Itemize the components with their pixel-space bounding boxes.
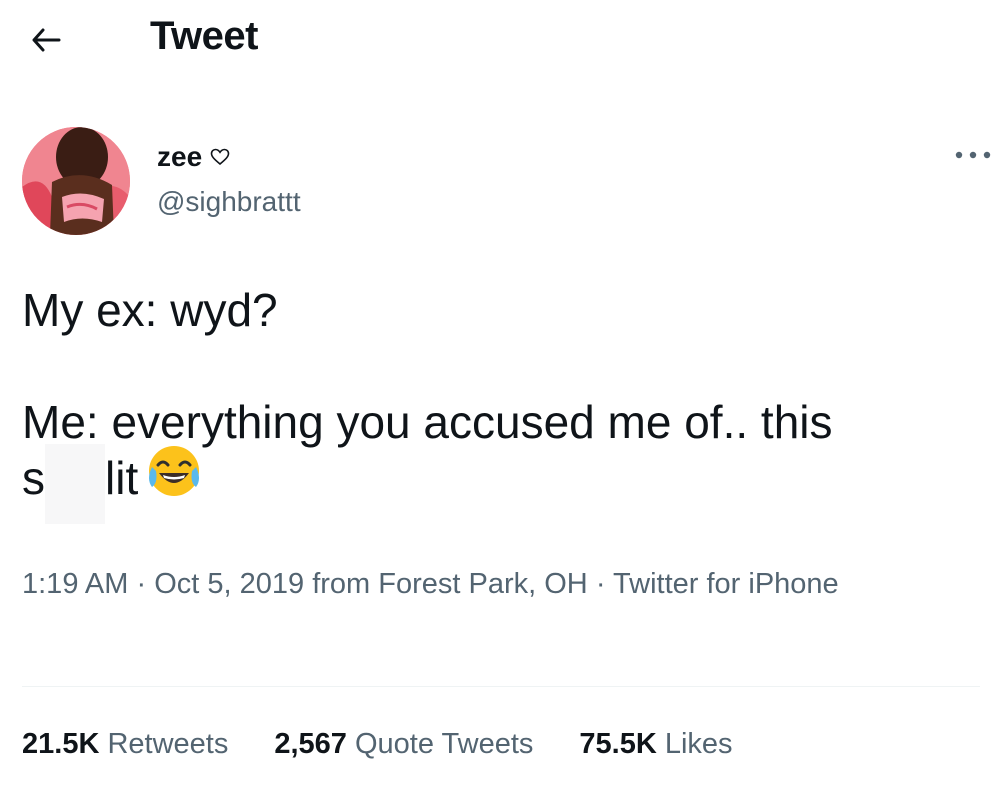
tweet-source[interactable]: Twitter for iPhone xyxy=(613,568,839,600)
redaction-block xyxy=(45,444,105,524)
avatar[interactable] xyxy=(22,127,130,235)
tweet-time[interactable]: 1:19 AM xyxy=(22,568,128,600)
more-options-button[interactable] xyxy=(948,140,998,170)
tweet-word-start: s xyxy=(22,452,45,504)
likes-stat[interactable]: 75.5K Likes xyxy=(579,728,732,761)
tweet-word-end: lit xyxy=(105,452,139,504)
tweet-text-line: My ex: wyd? xyxy=(22,284,278,336)
more-horizontal-icon xyxy=(955,151,991,159)
meta-separator: · xyxy=(595,568,606,600)
meta-separator: · xyxy=(136,568,147,600)
tweet-location[interactable]: from Forest Park, OH xyxy=(312,568,588,600)
quote-tweets-label: Quote Tweets xyxy=(354,728,534,760)
likes-count: 75.5K xyxy=(579,728,657,760)
likes-label: Likes xyxy=(664,728,733,760)
avatar-image xyxy=(22,127,130,235)
quote-tweets-count: 2,567 xyxy=(274,728,347,760)
author-display-name[interactable]: zee xyxy=(157,141,202,173)
retweets-label: Retweets xyxy=(107,728,229,760)
tweet-text: My ex: wyd? Me: everything you accused m… xyxy=(22,282,982,524)
tweet-date[interactable]: Oct 5, 2019 xyxy=(154,568,304,600)
top-bar: Tweet xyxy=(0,0,1000,80)
tweet-text-line: s lit xyxy=(22,444,982,524)
author-display-name-row[interactable]: zee xyxy=(157,141,230,173)
page-title: Tweet xyxy=(150,14,258,58)
retweets-stat[interactable]: 21.5K Retweets xyxy=(22,728,228,761)
divider xyxy=(22,686,980,687)
face-with-tears-of-joy-icon xyxy=(146,443,202,511)
arrow-left-icon xyxy=(32,28,61,52)
back-button[interactable] xyxy=(22,18,70,62)
tweet-stats: 21.5K Retweets 2,567 Quote Tweets 75.5K … xyxy=(22,728,779,761)
quote-tweets-stat[interactable]: 2,567 Quote Tweets xyxy=(274,728,533,761)
tweet-text-line: Me: everything you accused me of.. this xyxy=(22,396,833,448)
tweet-metadata: 1:19 AM · Oct 5, 2019 from Forest Park, … xyxy=(22,560,952,608)
heart-outline-icon xyxy=(210,148,230,166)
retweets-count: 21.5K xyxy=(22,728,100,760)
author-handle[interactable]: @sighbrattt xyxy=(157,186,301,218)
